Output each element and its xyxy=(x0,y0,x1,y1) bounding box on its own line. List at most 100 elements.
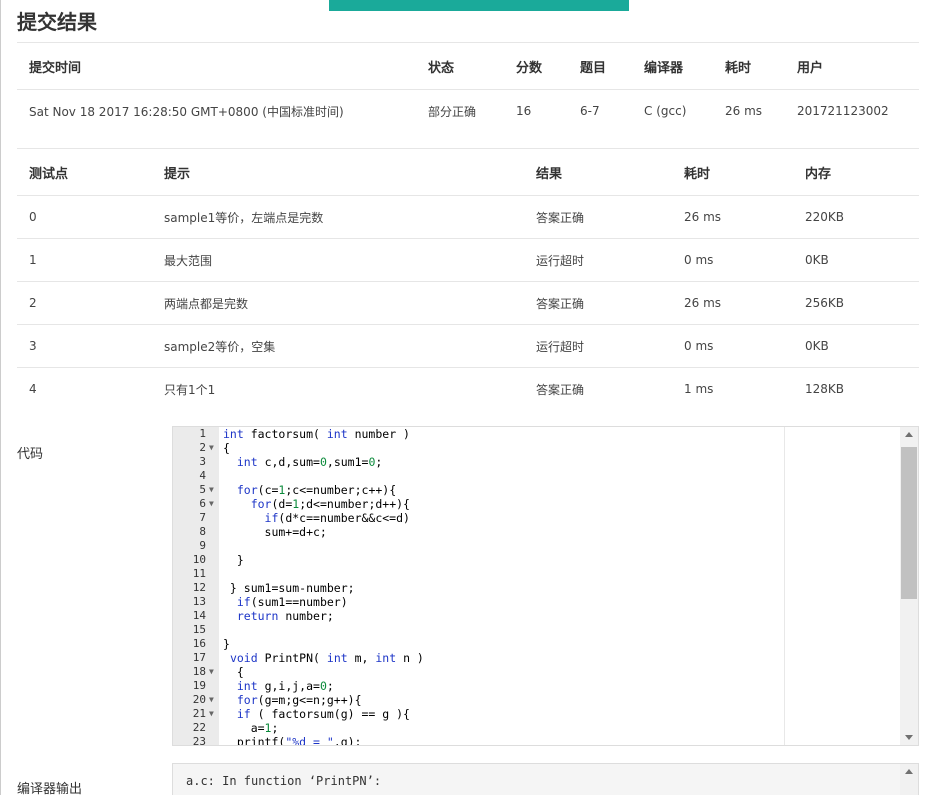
cases-header-row: 测试点 提示 结果 耗时 内存 xyxy=(17,148,919,196)
code-line[interactable]: 16} xyxy=(173,637,900,651)
score: 16 xyxy=(516,104,532,119)
scroll-up-arrow-icon[interactable] xyxy=(905,769,913,774)
line-number: 10 xyxy=(192,553,206,566)
code-editor[interactable]: 1 int factorsum( int number ) 2 ▼{3 int c,d… xyxy=(172,426,919,746)
code-line[interactable]: 20 ▼ for(g=m;g<=n;g++){ xyxy=(173,693,900,707)
code-label: 代码 xyxy=(17,447,44,462)
case-memory: 256KB xyxy=(793,281,919,325)
user-id: 201721123002 xyxy=(797,104,889,119)
code-line[interactable]: 6 ▼ for(d=1;d<=number;d++){ xyxy=(173,497,900,511)
compiler-output-text: a.c: In function ‘PrintPN’: xyxy=(186,774,382,788)
code-text: if(d*c==number&&c<=d) xyxy=(264,511,410,525)
line-number: 19 xyxy=(192,679,206,692)
scroll-down-arrow-icon[interactable] xyxy=(905,735,913,740)
case-hint: 只有1个1 xyxy=(164,382,216,397)
case-id: 0 xyxy=(17,195,152,239)
line-number: 5 xyxy=(199,483,206,496)
case-result: 运行超时 xyxy=(524,324,672,368)
fold-arrow-icon[interactable]: ▼ xyxy=(209,441,217,455)
status-badge: 部分正确 xyxy=(428,104,477,119)
case-memory: 128KB xyxy=(805,382,845,397)
summary-row: Sat Nov 18 2017 16:28:50 GMT+0800 (中国标准时… xyxy=(17,90,919,133)
code-line[interactable]: 21 ▼ if ( factorsum(g) == g ){ xyxy=(173,707,900,721)
submission-summary-table: 提交时间 状态 分数 题目 编译器 耗时 用户 Sat Nov 18 2017 … xyxy=(17,42,919,133)
case-result: 答案正确 xyxy=(536,382,585,397)
code-line[interactable]: 11 xyxy=(173,567,900,581)
code-line[interactable]: 10 } xyxy=(173,553,900,567)
header-score: 分数 xyxy=(504,42,568,90)
code-line[interactable]: 2 ▼ { xyxy=(173,441,900,455)
header-result: 结果 xyxy=(524,148,672,196)
code-line[interactable]: 3 int c,d,sum=0,sum1=0; xyxy=(173,455,900,469)
code-line[interactable]: 17 void PrintPN( int m, int n ) xyxy=(173,651,900,665)
table-row: 1 最大范围 运行超时 0 ms 0KB xyxy=(17,238,919,282)
line-number: 13 xyxy=(192,595,206,608)
line-number: 7 xyxy=(199,511,206,524)
code-line[interactable]: 8 sum+=d+c; xyxy=(173,525,900,539)
code-line[interactable]: 15 xyxy=(173,623,900,637)
header-hint: 提示 xyxy=(152,148,524,196)
case-time: 1 ms xyxy=(684,382,714,397)
code-text: int c,d,sum=0,sum1=0; xyxy=(236,455,383,469)
left-border xyxy=(0,0,1,795)
code-line[interactable]: 1 int factorsum( int number ) xyxy=(173,427,900,441)
case-id: 1 xyxy=(17,238,152,282)
code-line[interactable]: 19 int g,i,j,a=0; xyxy=(173,679,900,693)
top-accent-bar xyxy=(329,0,629,11)
code-line[interactable]: 7 if(d*c==number&&c<=d) xyxy=(173,511,900,525)
compiler-output-box[interactable]: a.c: In function ‘PrintPN’: xyxy=(172,763,919,795)
test-cases-table: 测试点 提示 结果 耗时 内存 0 sample1等价，左端点是完数 答案正确 … xyxy=(17,148,919,411)
fold-arrow-icon[interactable]: ▼ xyxy=(209,707,217,721)
code-line[interactable]: 22 a=1; xyxy=(173,721,900,735)
scroll-up-arrow-icon[interactable] xyxy=(905,432,913,437)
header-user: 用户 xyxy=(785,42,919,90)
case-id: 3 xyxy=(17,324,152,368)
code-text: for(c=1;c<=number;c++){ xyxy=(236,483,397,497)
line-number: 18 xyxy=(192,665,206,678)
code-text: return number; xyxy=(236,609,334,623)
table-row: 4 只有1个1 答案正确 1 ms 128KB xyxy=(17,368,919,411)
code-line[interactable]: 13 if(sum1==number) xyxy=(173,595,900,609)
fold-arrow-icon[interactable]: ▼ xyxy=(209,693,217,707)
scrollbar-thumb[interactable] xyxy=(901,447,917,599)
case-hint: 两端点都是完数 xyxy=(152,281,524,325)
editor-scrollbar[interactable] xyxy=(900,427,918,745)
case-id: 4 xyxy=(29,382,37,397)
case-result: 答案正确 xyxy=(524,195,672,239)
code-line[interactable]: 14 return number; xyxy=(173,609,900,623)
elapsed-time: 26 ms xyxy=(725,104,763,119)
table-row: 3 sample2等价，空集 运行超时 0 ms 0KB xyxy=(17,324,919,368)
fold-arrow-icon[interactable]: ▼ xyxy=(209,497,217,511)
code-line[interactable]: 5 ▼ for(c=1;c<=number;c++){ xyxy=(173,483,900,497)
case-time: 26 ms xyxy=(672,281,793,325)
line-number: 23 xyxy=(192,735,206,746)
header-memory: 内存 xyxy=(793,148,919,196)
code-line[interactable]: 9 xyxy=(173,539,900,553)
line-number: 4 xyxy=(199,469,206,482)
code-text: } sum1=sum-number; xyxy=(223,581,355,595)
fold-arrow-icon[interactable]: ▼ xyxy=(209,665,217,679)
line-number: 8 xyxy=(199,525,206,538)
header-elapsed: 耗时 xyxy=(713,42,785,90)
line-number: 3 xyxy=(199,455,206,468)
code-text: } xyxy=(223,637,230,651)
compiler-output-label: 编译器输出 xyxy=(17,782,83,795)
code-text: { xyxy=(223,441,230,455)
code-line[interactable]: 12 } sum1=sum-number; xyxy=(173,581,900,595)
code-line[interactable]: 23 printf("%d = ",g); xyxy=(173,735,900,746)
case-time: 26 ms xyxy=(672,195,793,239)
fold-arrow-icon[interactable]: ▼ xyxy=(209,483,217,497)
line-number: 15 xyxy=(192,623,206,636)
header-submit-time: 提交时间 xyxy=(17,42,416,90)
case-memory: 220KB xyxy=(793,195,919,239)
header-case-id: 测试点 xyxy=(17,148,152,196)
code-line[interactable]: 4 xyxy=(173,469,900,483)
compiler-output-scrollbar[interactable] xyxy=(900,764,918,795)
code-line[interactable]: 18 ▼ { xyxy=(173,665,900,679)
code-text: for(d=1;d<=number;d++){ xyxy=(250,497,410,511)
code-text: sum+=d+c; xyxy=(223,525,327,539)
problem-link[interactable]: 6-7 xyxy=(568,90,632,133)
code-lines[interactable]: 1 int factorsum( int number ) 2 ▼{3 int c,d… xyxy=(173,427,900,746)
line-number: 20 xyxy=(192,693,206,706)
line-number: 21 xyxy=(192,707,206,720)
